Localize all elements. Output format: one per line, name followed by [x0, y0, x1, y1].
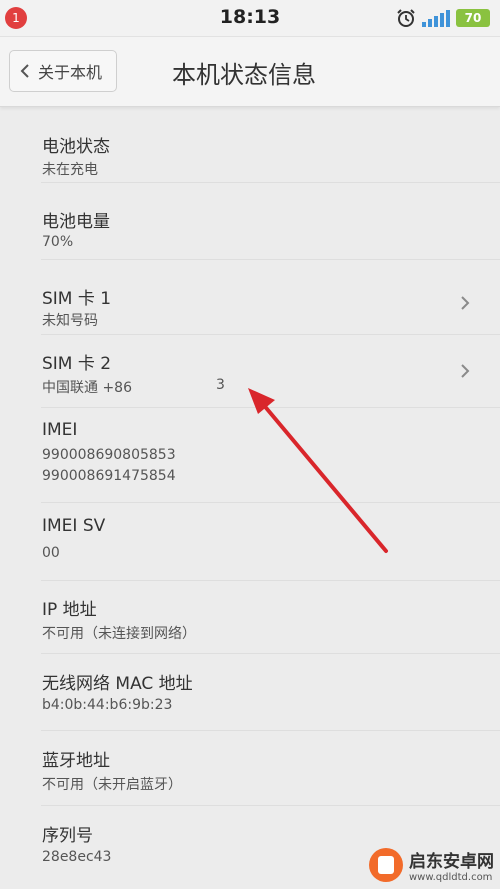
chevron-right-icon — [461, 296, 470, 310]
item-label: IMEI — [42, 420, 78, 440]
item-label: SIM 卡 2 — [42, 354, 112, 374]
item-value: 990008690805853 — [42, 447, 176, 463]
item-value-2: 990008691475854 — [42, 468, 176, 484]
list-item-sim2[interactable]: SIM 卡 2 中国联通 +86 3 — [41, 335, 500, 408]
signal-strength-icon — [422, 9, 450, 27]
item-value: 中国联通 +86 — [42, 380, 132, 396]
list-item-battery-status: 电池状态 未在充电 — [41, 107, 500, 183]
alarm-clock-icon — [397, 9, 415, 27]
item-label: 无线网络 MAC 地址 — [42, 674, 193, 694]
chevron-left-icon — [20, 64, 29, 78]
watermark-logo-icon — [369, 848, 403, 882]
item-label: 电池电量 — [42, 212, 110, 232]
item-value: 28e8ec43 — [42, 849, 112, 865]
item-value: b4:0b:44:b6:9b:23 — [42, 697, 173, 713]
title-bar: 关于本机 本机状态信息 — [0, 37, 500, 107]
status-icons: 70 — [396, 7, 490, 29]
item-value-suffix: 3 — [216, 377, 225, 393]
status-bar: 1 18:13 70 — [0, 0, 500, 37]
item-value: 70% — [42, 234, 74, 250]
item-value: 不可用（未连接到网络） — [42, 626, 196, 642]
page-title: 本机状态信息 — [172, 61, 316, 89]
item-label: 电池状态 — [42, 137, 110, 157]
chevron-right-icon — [461, 364, 470, 378]
item-label: 序列号 — [42, 826, 93, 846]
item-label: SIM 卡 1 — [42, 289, 112, 309]
list-item-ip-address: IP 地址 不可用（未连接到网络） — [41, 581, 500, 654]
item-value: 未在充电 — [42, 162, 98, 178]
item-label: 蓝牙地址 — [42, 751, 110, 771]
watermark-url: www.qdldtd.com — [409, 872, 493, 883]
item-value: 不可用（未开启蓝牙） — [42, 777, 182, 793]
watermark-name: 启东安卓网 — [409, 852, 494, 872]
item-label: IMEI SV — [42, 516, 106, 536]
item-value: 00 — [42, 545, 60, 561]
watermark: 启东安卓网 www.qdldtd.com — [369, 847, 494, 883]
list-item-wifi-mac: 无线网络 MAC 地址 b4:0b:44:b6:9b:23 — [41, 654, 500, 731]
item-label: IP 地址 — [42, 600, 97, 620]
battery-icon: 70 — [456, 9, 490, 27]
status-info-list: 电池状态 未在充电 电池电量 70% SIM 卡 1 未知号码 SIM 卡 2 … — [0, 107, 500, 876]
list-item-imei-sv: IMEI SV 00 — [41, 503, 500, 581]
list-item-imei: IMEI 990008690805853 990008691475854 — [41, 408, 500, 503]
list-item-bluetooth-address: 蓝牙地址 不可用（未开启蓝牙） — [41, 731, 500, 806]
back-button[interactable]: 关于本机 — [9, 50, 118, 92]
list-item-battery-level: 电池电量 70% — [41, 183, 500, 260]
back-button-label: 关于本机 — [38, 63, 103, 82]
list-item-sim1[interactable]: SIM 卡 1 未知号码 — [41, 260, 500, 335]
item-value: 未知号码 — [42, 313, 98, 329]
